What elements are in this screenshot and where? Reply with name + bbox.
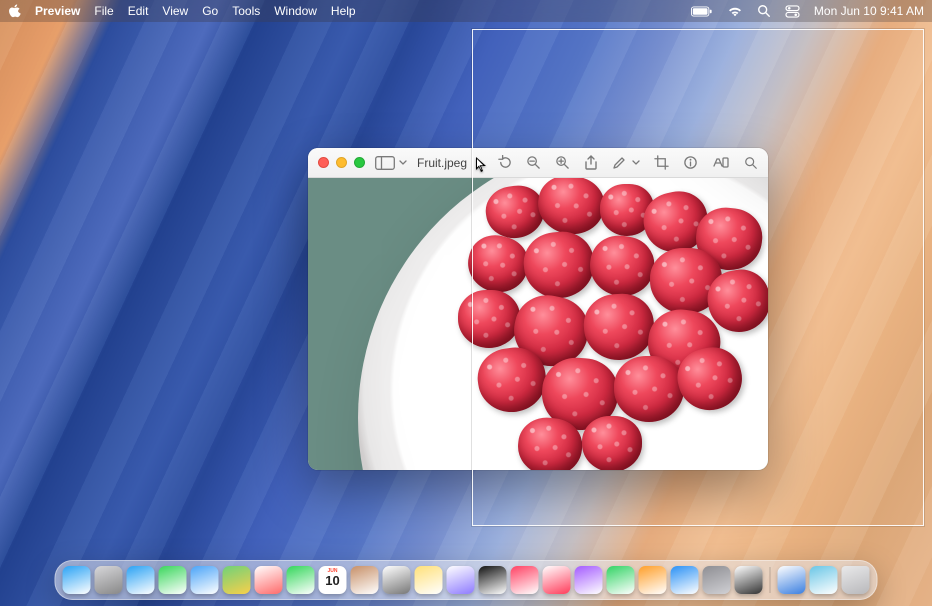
- dock-app-safari[interactable]: [127, 566, 155, 594]
- dock-app-reminders[interactable]: [383, 566, 411, 594]
- dock-app-appstore[interactable]: [671, 566, 699, 594]
- dock-app-launchpad[interactable]: [95, 566, 123, 594]
- dock-app-contacts[interactable]: [351, 566, 379, 594]
- window-title: Fruit.jpeg: [417, 156, 467, 170]
- sidebar-toggle-icon[interactable]: [375, 156, 395, 170]
- zoom-button[interactable]: [354, 157, 365, 168]
- dock-app-notes[interactable]: [415, 566, 443, 594]
- dock-app-iphone-mirroring[interactable]: [735, 566, 763, 594]
- menubar-app-name[interactable]: Preview: [35, 4, 80, 18]
- minimize-button[interactable]: [336, 157, 347, 168]
- dock-app-facetime[interactable]: [287, 566, 315, 594]
- control-center-icon[interactable]: [785, 5, 800, 18]
- close-button[interactable]: [318, 157, 329, 168]
- menu-window[interactable]: Window: [274, 4, 317, 18]
- dock-app-downloads[interactable]: [810, 566, 838, 594]
- dock: JUN10: [55, 560, 878, 600]
- dock-app-messages[interactable]: [159, 566, 187, 594]
- dock-app-settings[interactable]: [703, 566, 731, 594]
- wifi-icon[interactable]: [727, 5, 743, 17]
- menu-go[interactable]: Go: [202, 4, 218, 18]
- menu-edit[interactable]: Edit: [128, 4, 149, 18]
- dock-app-numbers[interactable]: [607, 566, 635, 594]
- window-traffic-lights: [318, 157, 365, 168]
- chevron-down-icon[interactable]: [399, 160, 407, 166]
- dock-app-mail[interactable]: [191, 566, 219, 594]
- menubar-clock[interactable]: Mon Jun 10 9:41 AM: [814, 4, 924, 18]
- dock-app-calendar[interactable]: JUN10: [319, 566, 347, 594]
- dock-app-maps[interactable]: [223, 566, 251, 594]
- dock-app-tv[interactable]: [479, 566, 507, 594]
- screenshot-selection-rectangle[interactable]: [472, 29, 924, 526]
- dock-app-freeform[interactable]: [447, 566, 475, 594]
- menubar: Preview File Edit View Go Tools Window H…: [0, 0, 932, 22]
- dock-app-finder[interactable]: [63, 566, 91, 594]
- dock-separator: [770, 567, 771, 593]
- dock-app-music[interactable]: [511, 566, 539, 594]
- dock-app-preview[interactable]: [778, 566, 806, 594]
- battery-icon[interactable]: [691, 6, 713, 17]
- apple-menu-icon[interactable]: [8, 4, 21, 18]
- dock-app-pages[interactable]: [639, 566, 667, 594]
- dock-app-photos[interactable]: [255, 566, 283, 594]
- dock-app-news[interactable]: [543, 566, 571, 594]
- menu-help[interactable]: Help: [331, 4, 356, 18]
- dock-app-trash[interactable]: [842, 566, 870, 594]
- spotlight-icon[interactable]: [757, 4, 771, 18]
- menu-file[interactable]: File: [94, 4, 113, 18]
- menu-view[interactable]: View: [162, 4, 188, 18]
- menu-tools[interactable]: Tools: [232, 4, 260, 18]
- dock-app-podcasts[interactable]: [575, 566, 603, 594]
